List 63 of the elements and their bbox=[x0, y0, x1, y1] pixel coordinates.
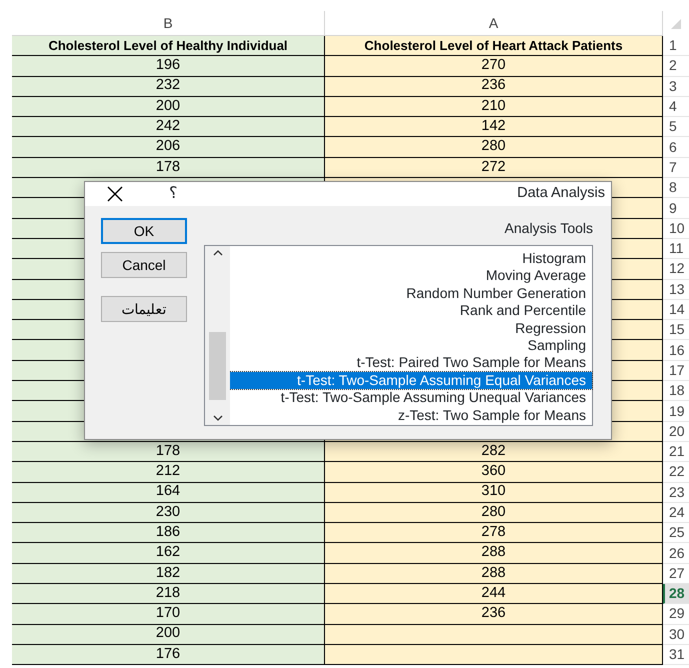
row-number[interactable]: 27 bbox=[663, 564, 689, 584]
list-item[interactable]: t-Test: Paired Two Sample for Means bbox=[230, 354, 592, 372]
table-cell: 236 bbox=[325, 76, 663, 97]
table-cell: 196 bbox=[12, 56, 325, 77]
table-cell: Cholesterol Level of Heart Attack Patients bbox=[325, 36, 663, 56]
row-number[interactable]: 28 bbox=[663, 584, 689, 604]
table-cell: 176 bbox=[12, 644, 325, 666]
table-cell: 236 bbox=[325, 604, 663, 625]
help-button[interactable]: ؟ bbox=[169, 182, 178, 206]
table-cell: Cholesterol Level of Healthy Individual bbox=[12, 36, 325, 56]
table-cell: 232 bbox=[12, 76, 325, 97]
list-item[interactable]: Sampling bbox=[230, 336, 592, 354]
row-number[interactable]: 23 bbox=[663, 482, 689, 503]
table-cell: 288 bbox=[325, 564, 663, 584]
table-cell: 200 bbox=[12, 624, 325, 645]
table-cell: 270 bbox=[325, 56, 663, 77]
dialog-button[interactable]: OK bbox=[101, 218, 187, 244]
table-cell: 280 bbox=[325, 137, 663, 158]
table-cell: 178 bbox=[12, 158, 325, 178]
table-cell: 142 bbox=[325, 117, 663, 138]
dialog-button[interactable]: تعليمات bbox=[101, 296, 187, 322]
table-cell: 164 bbox=[12, 482, 325, 503]
table-cell: 310 bbox=[325, 482, 663, 503]
list-item[interactable]: Moving Average bbox=[230, 267, 592, 285]
list-item[interactable]: t-Test: Two-Sample Assuming Unequal Variances bbox=[230, 389, 592, 407]
table-cell: 230 bbox=[12, 502, 325, 524]
list-item[interactable]: Histogram bbox=[230, 250, 592, 268]
list-item[interactable]: Random Number Generation bbox=[230, 284, 592, 302]
table-cell: 178 bbox=[12, 442, 325, 462]
table-cell: 218 bbox=[12, 584, 325, 604]
list-item[interactable]: t-Test: Two-Sample Assuming Equal Variances bbox=[230, 372, 592, 390]
table-cell: 182 bbox=[12, 564, 325, 584]
row-number[interactable]: 3 bbox=[663, 76, 689, 97]
list-label: Analysis Tools bbox=[504, 219, 593, 238]
scroll-down-icon[interactable] bbox=[212, 415, 222, 421]
list-item[interactable]: Rank and Percentile bbox=[230, 302, 592, 320]
table-cell: 170 bbox=[12, 604, 325, 625]
table-cell: 242 bbox=[12, 117, 325, 138]
table-cell: 280 bbox=[325, 502, 663, 524]
row-number[interactable]: 20 bbox=[663, 422, 689, 442]
close-icon[interactable] bbox=[107, 186, 123, 202]
row-number[interactable]: 10 bbox=[663, 218, 689, 239]
row-number[interactable]: 30 bbox=[663, 624, 689, 645]
table-cell: 244 bbox=[325, 584, 663, 604]
table-cell: 186 bbox=[12, 523, 325, 544]
row-number[interactable]: 13 bbox=[663, 280, 689, 300]
table-cell: 282 bbox=[325, 442, 663, 462]
table-cell: 360 bbox=[325, 462, 663, 483]
table-cell: 272 bbox=[325, 158, 663, 178]
scroll-up-icon[interactable] bbox=[212, 250, 222, 256]
scrollbar[interactable] bbox=[205, 246, 230, 425]
table-cell: 162 bbox=[12, 543, 325, 564]
window-title: Data Analysis bbox=[517, 184, 605, 204]
list-item[interactable]: Regression bbox=[230, 320, 592, 337]
table-cell: 212 bbox=[12, 462, 325, 483]
list-item[interactable]: z-Test: Two Sample for Means bbox=[230, 406, 592, 424]
table-cell: 288 bbox=[325, 543, 663, 564]
table-cell: 200 bbox=[12, 96, 325, 118]
table-cell: 278 bbox=[325, 523, 663, 544]
dialog-button[interactable]: Cancel bbox=[101, 252, 187, 278]
table-cell: 210 bbox=[325, 96, 663, 118]
scroll-thumb[interactable] bbox=[209, 332, 226, 400]
table-cell: 206 bbox=[12, 137, 325, 158]
